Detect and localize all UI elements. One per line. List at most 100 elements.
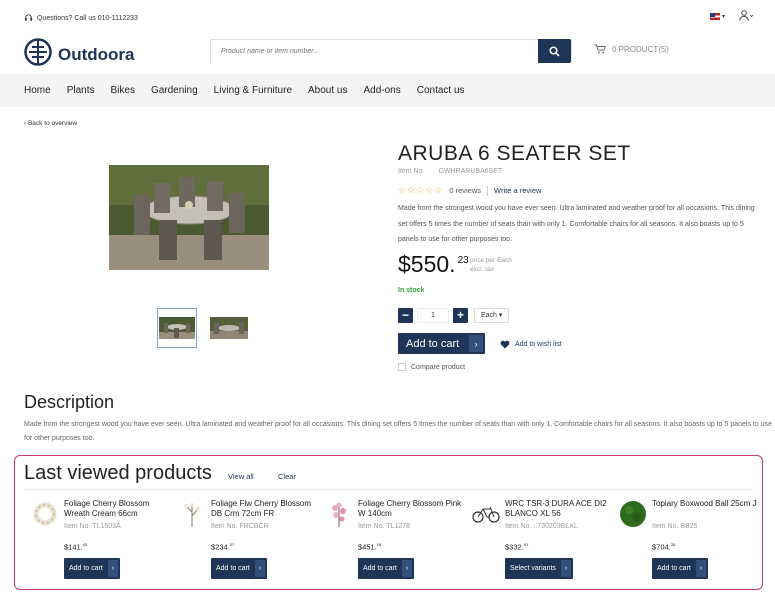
select-variants-button[interactable]: Select variants › <box>505 558 573 579</box>
add-to-cart-button[interactable]: Add to cart › <box>358 558 414 579</box>
price-info: price per Each excl. tax <box>470 256 512 274</box>
logo-icon <box>24 38 52 71</box>
search-icon <box>549 45 560 57</box>
product-name[interactable]: Foliage Cherry Blossom Wreath Cream 66cm <box>64 499 170 519</box>
nav-item-living-furniture[interactable]: Living & Furniture <box>214 85 292 96</box>
button-label: Select variants <box>510 565 556 572</box>
item-number-value: GWHRARUBA6SET <box>438 168 503 175</box>
add-to-cart-button[interactable]: Add to cart › <box>652 558 708 579</box>
product-name[interactable]: Foliage Flw Cherry Blossom DB Crm 72cm F… <box>211 499 317 519</box>
cart-summary[interactable]: 0 PRODUCT(S) <box>594 44 669 54</box>
stock-status: In stock <box>398 287 425 294</box>
product-title: ARUBA 6 SEATER SET <box>398 142 631 165</box>
button-label: Add to cart <box>216 565 250 572</box>
quantity-increase-button[interactable]: + <box>453 308 468 323</box>
price-main: $550. <box>398 251 456 277</box>
unit-select[interactable]: Each ▾ <box>474 308 510 323</box>
clear-link[interactable]: Clear <box>278 472 296 481</box>
last-viewed-panel: Last viewed products View all Clear Foli… <box>14 455 763 590</box>
blossom-branch-image[interactable] <box>177 500 207 528</box>
price-main: $704. <box>652 542 671 552</box>
reviews-count[interactable]: 0 reviews <box>449 186 481 195</box>
nav-item-contact-us[interactable]: Contact us <box>417 85 465 96</box>
price-cents: 18 <box>376 542 382 547</box>
logo-text: Outdoora <box>58 44 135 64</box>
compare-product-checkbox[interactable]: Compare product <box>398 363 465 371</box>
chevron-right-icon: › <box>107 560 118 577</box>
price-cents: 91 <box>523 542 529 547</box>
help-text[interactable]: Questions? Call us 010-1112233 <box>37 15 138 22</box>
add-to-cart-button[interactable]: Add to cart › <box>211 558 267 579</box>
product-name[interactable]: WRC TSR-3 DURA ACE DI2 BLANCO XL 56 <box>505 499 611 519</box>
write-review-link[interactable]: Write a review <box>494 186 541 195</box>
add-to-cart-button[interactable]: Add to cart › <box>64 558 120 579</box>
product-item-number: Item No. GWHRARUBA6SET <box>398 168 502 175</box>
user-icon[interactable] <box>739 10 754 23</box>
price-cents: 40 <box>82 542 88 547</box>
product-thumbnail-1[interactable] <box>157 308 197 348</box>
rating-stars-icon: ☆☆☆☆☆ <box>398 185 444 195</box>
product-short-description: Made from the strongest wood you have ev… <box>398 205 755 243</box>
quantity-input[interactable]: 1 <box>417 308 449 323</box>
button-label: Add to cart <box>363 565 397 572</box>
search-input[interactable] <box>211 40 539 63</box>
button-label: Add to cart <box>657 565 691 572</box>
nav-item-plants[interactable]: Plants <box>67 85 95 96</box>
quantity-stepper: − 1 + Each ▾ <box>398 308 510 323</box>
bike-image[interactable] <box>471 500 501 528</box>
view-all-link[interactable]: View all <box>228 472 254 481</box>
product-price: $332.91 <box>505 542 528 552</box>
product-price: $141.40 <box>64 542 87 552</box>
last-viewed-item: Foliage Cherry Blossom Wreath Cream 66cm… <box>30 496 170 586</box>
add-to-wishlist-button[interactable]: Add to wish list <box>500 340 562 349</box>
nav-item-gardening[interactable]: Gardening <box>151 85 198 96</box>
headset-icon <box>24 13 33 24</box>
boxwood-ball-image[interactable] <box>618 500 648 528</box>
nav-item-add-ons[interactable]: Add-ons <box>364 85 401 96</box>
product-thumbnail-2[interactable] <box>209 308 249 348</box>
product-price: $451.18 <box>358 542 381 552</box>
description-heading: Description <box>24 392 115 412</box>
last-viewed-item: Foliage Cherry Blossom Pink W 140cm Item… <box>324 496 464 586</box>
chevron-right-icon: › <box>560 560 571 577</box>
add-to-cart-label: Add to cart <box>406 337 460 350</box>
quantity-decrease-button[interactable]: − <box>398 308 413 323</box>
cart-label: 0 PRODUCT(S) <box>612 44 669 54</box>
price-tax-text: excl. tax <box>470 266 494 273</box>
pink-blossom-image[interactable] <box>324 500 354 528</box>
us-flag-icon[interactable]: ▾ <box>709 13 725 20</box>
product-main-image[interactable] <box>109 165 269 270</box>
cart-icon <box>594 44 606 54</box>
product-price: $704.35 <box>652 542 675 552</box>
wishlist-label: Add to wish list <box>515 341 562 348</box>
wreath-image[interactable] <box>30 500 60 528</box>
product-rating: ☆☆☆☆☆ 0 reviews Write a review <box>398 185 541 196</box>
heart-icon <box>500 340 510 349</box>
search-button[interactable] <box>538 39 571 63</box>
divider <box>24 489 754 490</box>
last-viewed-heading: Last viewed products <box>24 462 212 484</box>
nav-item-home[interactable]: Home <box>24 85 51 96</box>
product-item-number: Item No. TL1503A <box>64 523 121 530</box>
price-main: $234. <box>211 542 230 552</box>
product-name[interactable]: Topiary Boxwood Ball 25cm J <box>652 499 758 509</box>
add-to-cart-button[interactable]: Add to cart › <box>398 333 485 354</box>
site-header: Outdoora 0 PRODUCT(S) <box>0 34 775 74</box>
product-item-number: Item No. TL1278 <box>358 523 411 530</box>
last-viewed-item: WRC TSR-3 DURA ACE DI2 BLANCO XL 56 Item… <box>471 496 611 586</box>
product-name[interactable]: Foliage Cherry Blossom Pink W 140cm <box>358 499 464 519</box>
nav-item-about-us[interactable]: About us <box>308 85 347 96</box>
nav-item-bikes[interactable]: Bikes <box>110 85 134 96</box>
last-viewed-item: Foliage Flw Cherry Blossom DB Crm 72cm F… <box>177 496 317 586</box>
description-text: Made from the strongest wood you have ev… <box>24 421 772 442</box>
price-cents: 35 <box>670 542 676 547</box>
back-to-overview-link[interactable]: ‹ Back to overview <box>24 120 77 127</box>
product-item-number: Item No. FRCBCR <box>211 523 269 530</box>
price-cents: 27 <box>229 542 235 547</box>
product-price: $234.27 <box>211 542 234 552</box>
price-unit-text: price per Each <box>470 257 512 264</box>
divider <box>487 185 489 196</box>
compare-label: Compare product <box>411 363 466 371</box>
logo[interactable]: Outdoora <box>24 38 135 71</box>
product-item-number: Item No. ..730203BLXL <box>505 523 578 530</box>
